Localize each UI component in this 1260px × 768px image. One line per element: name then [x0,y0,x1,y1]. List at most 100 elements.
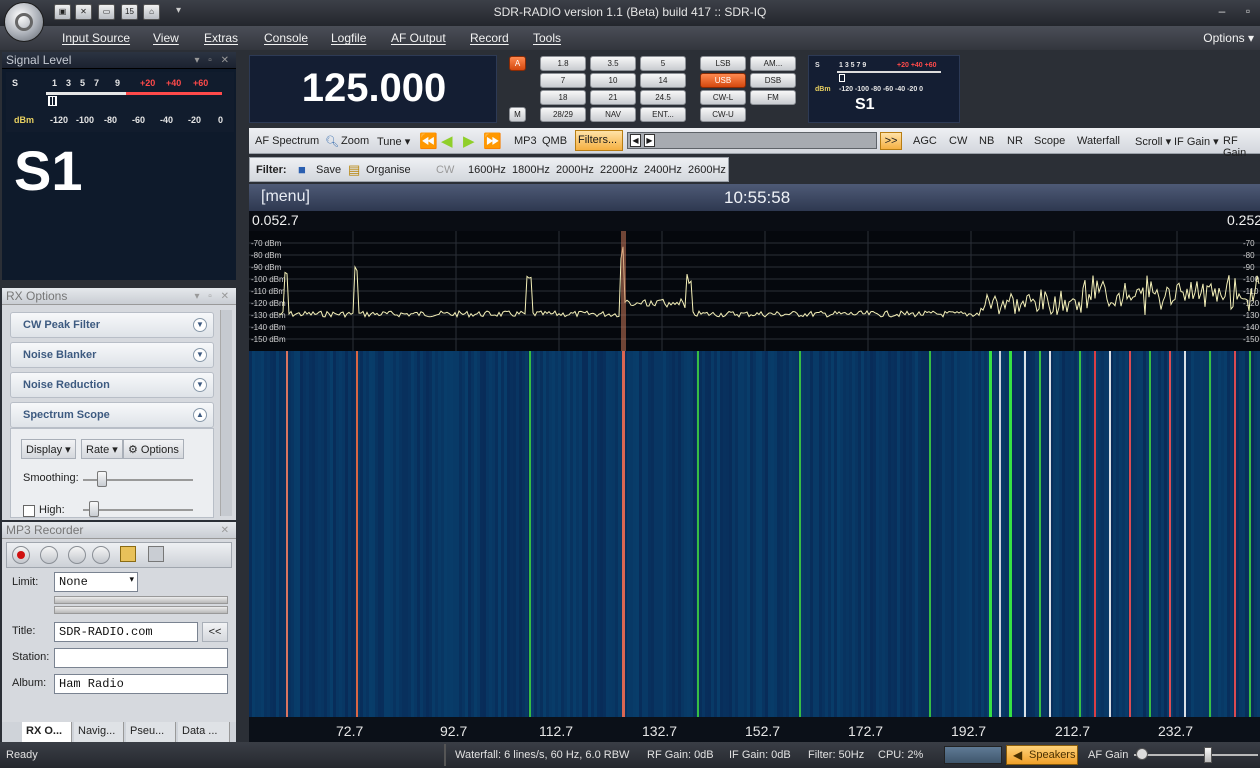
band-1-8[interactable]: 1.8 [540,56,586,71]
mode-usb[interactable]: USB [700,73,746,88]
filter-1800[interactable]: 1800Hz [512,164,550,176]
save-button[interactable]: Save [316,164,341,176]
spectrum-scope-section[interactable]: Spectrum Scope ▲ [10,402,214,428]
band-28-29[interactable]: 28/29 [540,107,586,122]
panel-controls-icon[interactable]: ▾ ▫ ✕ [195,52,233,69]
expand-icon[interactable]: ▼ [193,378,207,392]
nr-button[interactable]: NR [1007,135,1023,147]
noise-blanker-section[interactable]: Noise Blanker ▼ [10,342,214,368]
memory-button[interactable]: M [509,107,526,122]
cw-filter-button[interactable]: CW [436,164,454,176]
filter-1600[interactable]: 1600Hz [468,164,506,176]
step-forward-icon[interactable]: ▶ [463,132,475,150]
rate-dropdown[interactable]: Rate ▾ [81,439,123,459]
settings-icon[interactable] [148,546,164,562]
album-field[interactable]: Ham Radio [54,674,228,694]
scroll-dropdown[interactable]: Scroll ▾ [1135,135,1171,148]
display-dropdown[interactable]: Display ▾ [21,439,76,459]
record-icon[interactable] [12,546,30,564]
smoothing-slider[interactable] [97,471,107,487]
menu-af-output[interactable]: AF Output [391,31,446,45]
filter-2400[interactable]: 2400Hz [644,164,682,176]
tab-data[interactable]: Data ... [178,722,230,742]
tab-rx-options[interactable]: RX O... [22,722,72,742]
menu-view[interactable]: View [153,31,179,45]
panel-controls-icon[interactable]: ▾ ▫ ✕ [195,288,233,305]
band-14[interactable]: 14 [640,73,686,88]
rf-gain-dropdown[interactable]: RF Gain [1223,135,1260,159]
mode-cw-u[interactable]: CW-U [700,107,746,122]
camera-icon[interactable]: ▣ [54,4,71,20]
speakers-button[interactable]: ◀ Speakers [1006,745,1078,765]
waterfall-display[interactable] [249,351,1260,717]
menu-extras[interactable]: Extras [204,31,238,45]
rewind-fast-icon[interactable]: ⏪ [419,132,438,150]
band-5[interactable]: 5 [640,56,686,71]
high-slider[interactable] [89,501,99,517]
mode-fm[interactable]: FM [750,90,796,105]
nb-button[interactable]: NB [979,135,994,147]
zoom-icon[interactable]: 🔍︎ [325,135,339,148]
pause-icon[interactable] [68,546,86,564]
af-gain-minus-icon[interactable] [1136,748,1148,760]
zoom-button[interactable]: Zoom [341,135,369,147]
step-back-icon[interactable]: ◀ [441,132,453,150]
menu-tools[interactable]: Tools [533,31,561,45]
waterfall-button[interactable]: Waterfall [1077,135,1120,147]
split-icon[interactable] [92,546,110,564]
spectrum-menu-link[interactable]: [menu] [261,188,310,206]
playback-slider[interactable]: ◀ ▶ [627,132,877,149]
mode-am-dropdown[interactable]: AM... [750,56,796,71]
calendar-icon[interactable]: 15 [121,4,138,20]
seek-left-icon[interactable]: ◀ [630,134,641,147]
expand-icon[interactable]: ▼ [193,318,207,332]
if-gain-dropdown[interactable]: IF Gain ▾ [1174,135,1219,148]
tab-navigator[interactable]: Navig... [74,722,124,742]
menu-logfile[interactable]: Logfile [331,31,366,45]
forward-fast-icon[interactable]: ⏩ [483,132,502,150]
qmb-button[interactable]: QMB [542,135,567,147]
noise-reduction-section[interactable]: Noise Reduction ▼ [10,372,214,398]
collapse-icon[interactable]: ▲ [193,408,207,422]
band-18[interactable]: 18 [540,90,586,105]
folder-icon[interactable] [120,546,136,562]
title-history-button[interactable]: << [202,622,228,642]
mp3-button[interactable]: MP3 [514,135,537,147]
more-button[interactable]: >> [880,132,902,150]
mode-cw-l[interactable]: CW-L [700,90,746,105]
organise-icon[interactable]: ▤ [348,162,360,178]
organise-button[interactable]: Organise [366,164,411,176]
mode-lsb[interactable]: LSB [700,56,746,71]
filter-2600[interactable]: 2600Hz [688,164,726,176]
expand-icon[interactable]: ▼ [193,348,207,362]
save-icon[interactable]: ■ [298,162,306,177]
af-gain-slider[interactable] [1204,747,1212,763]
menu-console[interactable]: Console [264,31,308,45]
vfo-a-button[interactable]: A [509,56,526,71]
filter-2000[interactable]: 2000Hz [556,164,594,176]
tune-dropdown[interactable]: Tune ▾ [377,135,410,148]
restore-icon[interactable]: ▫ [1240,3,1256,19]
spectrum-display[interactable]: -70 dBm -80 dBm -90 dBm -100 dBm -110 dBm -12… [249,231,1260,351]
frequency-display[interactable]: 125.000 [249,55,497,123]
limit-select[interactable]: None ▾ [54,572,138,592]
filters-button[interactable]: Filters... [575,130,623,151]
tuning-marker[interactable] [621,231,626,351]
cw-button[interactable]: CW [949,135,967,147]
cw-peak-filter-section[interactable]: CW Peak Filter ▼ [10,312,214,338]
title-field[interactable]: SDR-RADIO.com [54,622,198,642]
seek-right-icon[interactable]: ▶ [644,134,655,147]
band-24-5[interactable]: 24.5 [640,90,686,105]
tab-pseudo[interactable]: Pseu... [126,722,176,742]
high-checkbox[interactable] [23,505,35,517]
options-menu[interactable]: Options ▾ [1203,31,1254,45]
scope-options-button[interactable]: ⚙ Options [123,439,184,459]
menu-record[interactable]: Record [470,31,509,45]
filter-2200[interactable]: 2200Hz [600,164,638,176]
nav-button[interactable]: NAV [590,107,636,122]
menu-input-source[interactable]: Input Source [62,31,130,45]
mode-dsb[interactable]: DSB [750,73,796,88]
band-3-5[interactable]: 3.5 [590,56,636,71]
station-field[interactable] [54,648,228,668]
home-icon[interactable]: ⌂ [143,4,160,20]
